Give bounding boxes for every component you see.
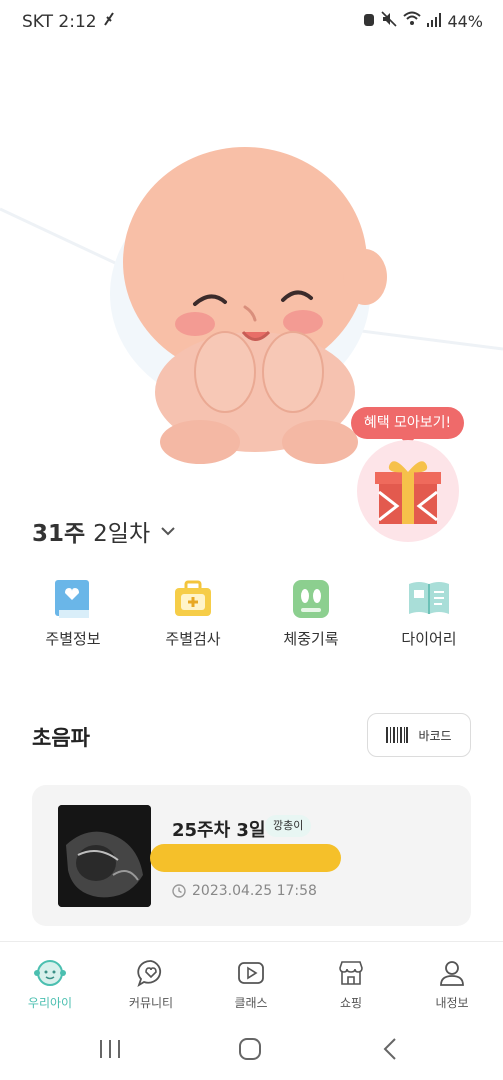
ultrasound-datetime-text: 2023.04.25 17:58 bbox=[192, 883, 317, 899]
pregnancy-week: 31주 bbox=[32, 521, 86, 547]
redacted-text-highlight bbox=[150, 844, 341, 872]
nav-our-baby-label: 우리아이 bbox=[27, 996, 73, 1010]
nav-shopping[interactable]: 쇼핑 bbox=[301, 958, 401, 1011]
menu-weekly-info-label: 주별정보 bbox=[45, 630, 101, 648]
ultrasound-datetime: 2023.04.25 17:58 bbox=[172, 883, 317, 899]
ultrasound-thumbnail bbox=[58, 805, 151, 907]
diary-icon bbox=[409, 582, 449, 614]
pregnancy-day: 2일차 bbox=[93, 521, 151, 547]
nav-community[interactable]: 커뮤니티 bbox=[101, 958, 201, 1011]
system-navigation-bar bbox=[0, 1019, 503, 1080]
ultrasound-card[interactable]: 25주차 3일 깡총이 2023.04.25 17:58 bbox=[32, 785, 471, 926]
gift-button[interactable] bbox=[357, 440, 459, 542]
menu-weekly-checkup[interactable]: 주별검사 bbox=[138, 578, 248, 649]
benefits-badge[interactable]: 혜택 모아보기! bbox=[351, 407, 464, 446]
baby-nickname-tag: 깡총이 bbox=[265, 815, 312, 837]
quick-menu: 주별정보 주별검사 체중기록 다이어리 bbox=[0, 578, 503, 668]
clock: 2:12 bbox=[58, 12, 97, 32]
carrier-label: SKT bbox=[22, 12, 54, 32]
status-bar: SKT 2:12 44% bbox=[0, 0, 503, 44]
nav-our-baby[interactable]: 우리아이 bbox=[0, 958, 100, 1011]
bottom-navigation: 우리아이 커뮤니티 클래스 쇼핑 내정보 bbox=[0, 941, 503, 1020]
nav-community-label: 커뮤니티 bbox=[128, 996, 174, 1010]
barcode-icon bbox=[386, 727, 409, 743]
baby-face-icon bbox=[34, 960, 66, 986]
chevron-down-icon bbox=[161, 527, 175, 536]
medical-kit-icon bbox=[175, 580, 211, 616]
ultrasound-week: 25주차 3일 bbox=[172, 820, 266, 841]
recent-apps-icon[interactable] bbox=[98, 1038, 122, 1060]
book-heart-icon bbox=[55, 580, 89, 618]
signal-icon bbox=[427, 12, 442, 31]
person-icon bbox=[440, 961, 464, 986]
menu-weight-log[interactable]: 체중기록 bbox=[256, 578, 366, 649]
status-left: SKT 2:12 bbox=[22, 11, 116, 32]
menu-diary-label: 다이어리 bbox=[401, 630, 457, 648]
chat-heart-icon bbox=[137, 960, 162, 988]
play-icon bbox=[238, 962, 264, 984]
nav-shopping-label: 쇼핑 bbox=[339, 996, 363, 1010]
nav-my-info-label: 내정보 bbox=[435, 996, 469, 1010]
wifi-icon bbox=[403, 11, 422, 31]
ultrasound-section-title: 초음파 bbox=[32, 726, 90, 750]
menu-weight-log-label: 체중기록 bbox=[283, 630, 339, 648]
notification-icon bbox=[102, 11, 116, 32]
scale-icon bbox=[293, 580, 329, 618]
status-right: 44% bbox=[363, 11, 483, 31]
store-icon bbox=[339, 961, 363, 985]
nav-class[interactable]: 클래스 bbox=[201, 958, 301, 1011]
nav-my-info[interactable]: 내정보 bbox=[402, 958, 502, 1011]
benefits-badge-label: 혜택 모아보기! bbox=[363, 415, 452, 431]
back-icon[interactable] bbox=[382, 1037, 398, 1061]
alarm-icon bbox=[363, 11, 375, 31]
mute-icon bbox=[381, 11, 398, 31]
menu-weekly-checkup-label: 주별검사 bbox=[165, 630, 221, 648]
barcode-button[interactable]: 바코드 bbox=[367, 713, 471, 757]
nav-class-label: 클래스 bbox=[234, 996, 268, 1010]
barcode-button-label: 바코드 bbox=[418, 728, 452, 743]
hero-section: 혜택 모아보기! bbox=[0, 44, 503, 544]
ultrasound-image-icon bbox=[58, 805, 151, 907]
menu-diary[interactable]: 다이어리 bbox=[374, 578, 484, 649]
pregnancy-week-selector[interactable]: 31주 2일차 bbox=[32, 514, 178, 548]
battery-label: 44% bbox=[447, 11, 483, 31]
clock-icon bbox=[172, 884, 186, 898]
menu-weekly-info[interactable]: 주별정보 bbox=[18, 578, 128, 649]
gift-box-icon bbox=[375, 461, 441, 524]
home-icon[interactable] bbox=[238, 1037, 262, 1061]
